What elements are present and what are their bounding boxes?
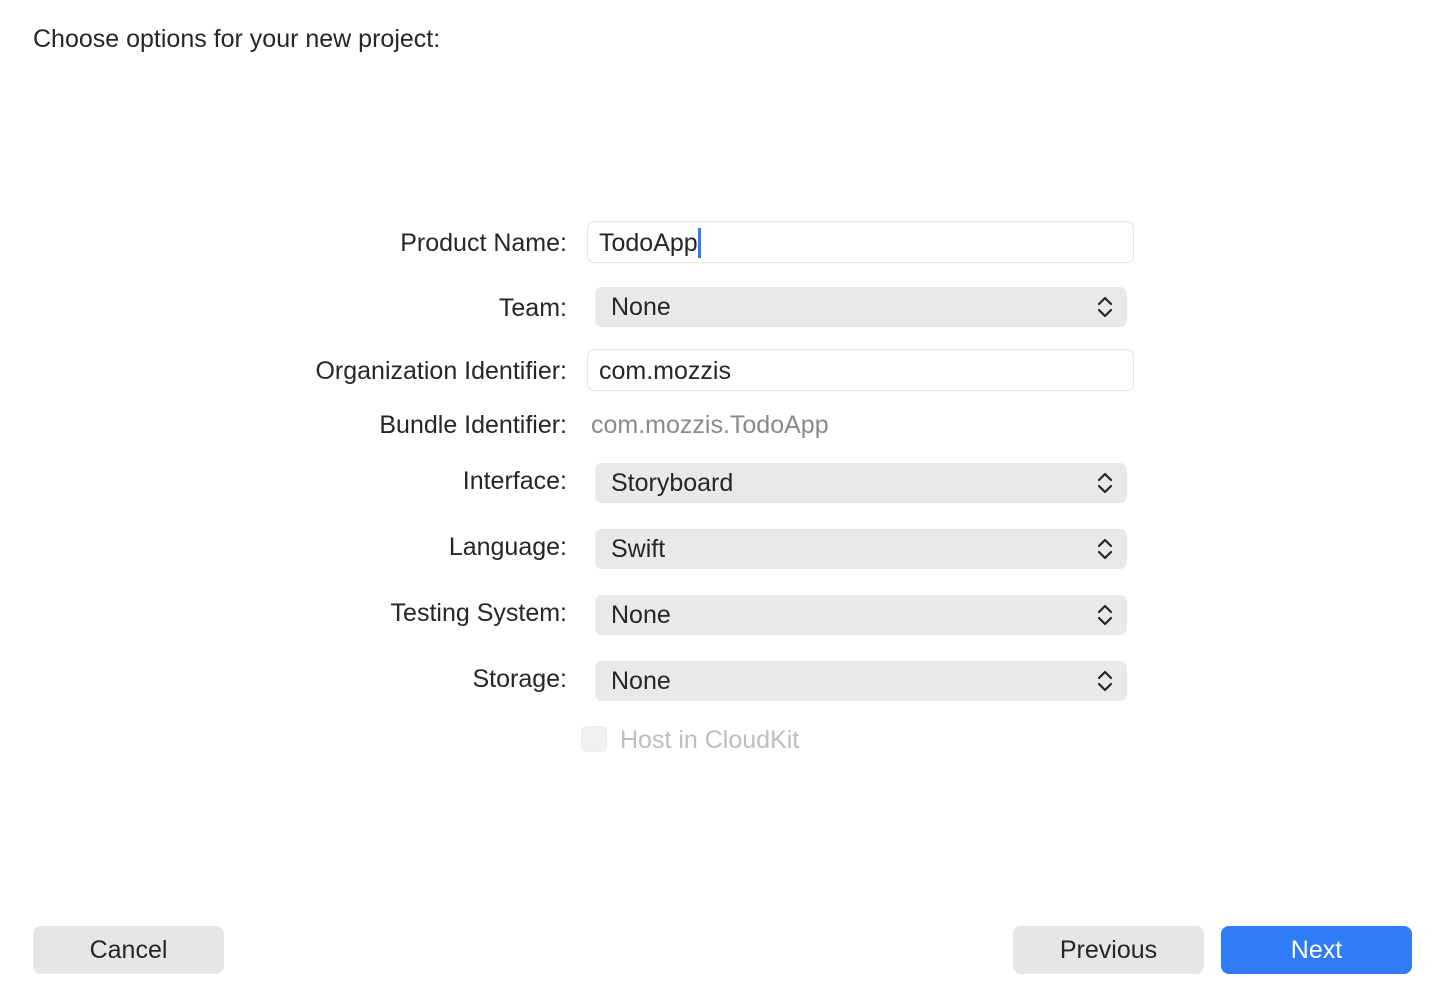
host-in-cloudkit-label: Host in CloudKit — [620, 726, 800, 754]
language-popup[interactable]: Swift — [595, 529, 1127, 569]
language-selected-value: Swift — [611, 535, 666, 563]
interface-selected-value: Storyboard — [611, 469, 734, 497]
storage-popup[interactable]: None — [595, 661, 1127, 701]
next-button[interactable]: Next — [1221, 926, 1412, 974]
text-caret — [697, 228, 701, 258]
organization-identifier-label: Organization Identifier: — [315, 357, 567, 385]
organization-identifier-field[interactable]: com.mozzis — [587, 349, 1134, 391]
project-options-form: Product Name: TodoApp Team: None Organiz… — [0, 0, 1442, 998]
bundle-identifier-label: Bundle Identifier: — [379, 411, 567, 439]
host-in-cloudkit-checkbox — [581, 726, 607, 752]
up-down-chevron-icon — [1097, 472, 1113, 494]
previous-button[interactable]: Previous — [1013, 926, 1204, 974]
product-name-text: TodoApp — [599, 229, 698, 257]
team-label: Team: — [498, 294, 567, 322]
storage-selected-value: None — [611, 667, 671, 695]
testing-system-popup[interactable]: None — [595, 595, 1127, 635]
up-down-chevron-icon — [1097, 296, 1113, 318]
up-down-chevron-icon — [1097, 670, 1113, 692]
testing-system-selected-value: None — [611, 601, 671, 629]
interface-label: Interface: — [462, 467, 567, 495]
up-down-chevron-icon — [1097, 538, 1113, 560]
interface-popup[interactable]: Storyboard — [595, 463, 1127, 503]
product-name-label: Product Name: — [400, 229, 567, 257]
organization-identifier-value: com.mozzis — [599, 357, 731, 385]
team-selected-value: None — [611, 293, 671, 321]
language-label: Language: — [448, 533, 567, 561]
product-name-field[interactable]: TodoApp — [587, 221, 1134, 263]
testing-system-label: Testing System: — [390, 599, 567, 627]
cancel-button[interactable]: Cancel — [33, 926, 224, 974]
up-down-chevron-icon — [1097, 604, 1113, 626]
team-popup[interactable]: None — [595, 287, 1127, 327]
product-name-value: TodoApp — [599, 228, 701, 258]
storage-label: Storage: — [472, 665, 567, 693]
bundle-identifier-value: com.mozzis.TodoApp — [591, 411, 829, 439]
